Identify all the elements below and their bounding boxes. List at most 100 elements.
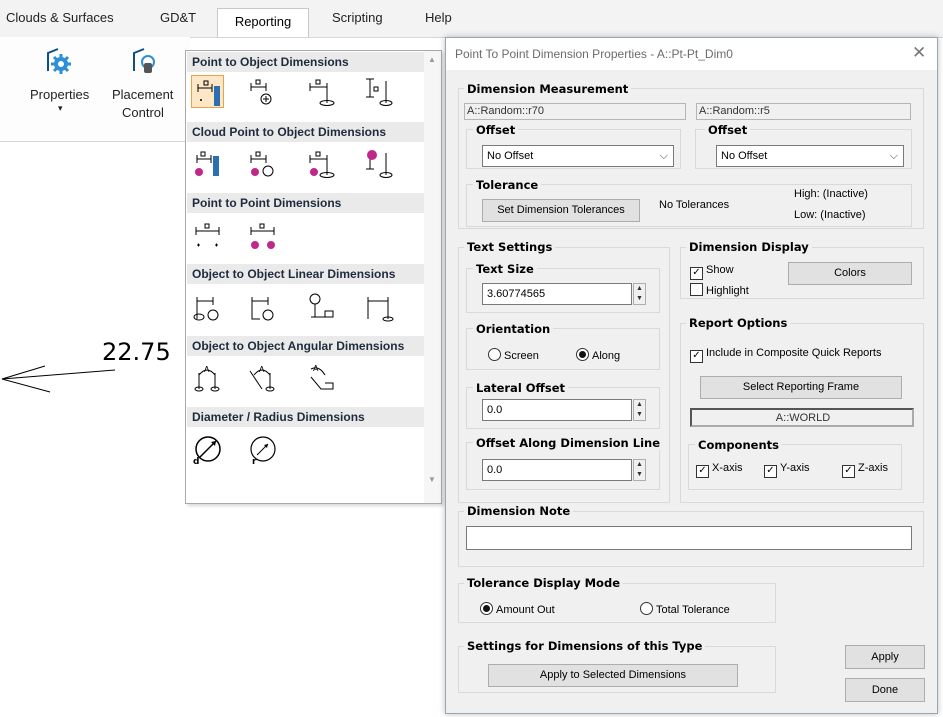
plane-to-sphere-linear-icon	[251, 297, 274, 321]
line-to-cyl-angular-dim-button[interactable]: A	[246, 361, 279, 394]
tab-gdt[interactable]: GD&T	[160, 10, 196, 25]
sphere-to-plane-linear-dim-button[interactable]	[305, 291, 338, 324]
offset1-select[interactable]: No Offset ⌵	[482, 145, 674, 167]
point-to-cylinder-icon	[309, 79, 335, 106]
radius-dim-button[interactable]: r	[246, 433, 279, 467]
tab-help[interactable]: Help	[425, 10, 452, 25]
offset-along-label: Offset Along Dimension Line	[473, 436, 663, 450]
checkbox-checked-icon: ✓	[690, 267, 703, 280]
placement-control-button[interactable]: Placement Control	[112, 45, 182, 125]
include-composite-checkbox[interactable]: ✓ Include in Composite Quick Reports	[690, 347, 881, 363]
sphere-to-plane-linear-icon	[309, 293, 334, 318]
total-tolerance-label: Total Tolerance	[656, 604, 730, 616]
x-axis-label: X-axis	[712, 462, 743, 474]
checkbox-checked-icon: ✓	[842, 465, 855, 478]
cloud-point-to-point-dim-button[interactable]	[246, 219, 279, 252]
point-to-cylinder-dim-button[interactable]	[305, 75, 338, 108]
radio-dot-selected	[480, 602, 493, 615]
cloud-to-line-icon	[366, 150, 393, 178]
tolerance-status: No Tolerances	[659, 199, 730, 211]
line-to-line-linear-icon	[367, 297, 394, 322]
amount-out-label: Amount Out	[496, 604, 555, 616]
offset-along-spinner[interactable]: ▲ ▼	[633, 459, 646, 481]
section-point-to-point: Point to Point Dimensions	[187, 193, 424, 213]
point-to-sphere-dim-button[interactable]	[246, 75, 279, 108]
lateral-offset-label: Lateral Offset	[473, 381, 568, 395]
orientation-screen-radio[interactable]: Screen	[488, 348, 539, 363]
tab-scripting[interactable]: Scripting	[332, 10, 383, 25]
report-options-label: Report Options	[686, 316, 791, 330]
highlight-checkbox[interactable]: Highlight	[690, 283, 749, 298]
svg-text:A: A	[204, 365, 210, 374]
components-label: Components	[695, 438, 782, 452]
point-to-line-dim-button[interactable]	[362, 75, 395, 108]
text-settings-label: Text Settings	[464, 240, 556, 254]
line-to-line-linear-dim-button[interactable]	[362, 291, 395, 324]
properties-label: Properties	[30, 87, 90, 102]
orientation-screen-label: Screen	[504, 350, 539, 362]
lateral-offset-input[interactable]: 0.0	[482, 399, 632, 421]
point-to-point-dim-button[interactable]	[191, 219, 224, 252]
svg-text:A: A	[259, 365, 265, 374]
tab-clouds-surfaces[interactable]: Clouds & Surfaces	[6, 10, 114, 25]
section-object-angular: Object to Object Angular Dimensions	[187, 336, 424, 356]
lateral-offset-spinner[interactable]: ▲ ▼	[633, 399, 646, 421]
offset2-select[interactable]: No Offset ⌵	[716, 145, 904, 167]
show-checkbox[interactable]: ✓ Show	[690, 264, 734, 280]
cyl-to-cyl-angular-dim-button[interactable]: A	[191, 361, 224, 394]
apply-button[interactable]: Apply	[845, 645, 925, 669]
tab-reporting[interactable]: Reporting	[217, 8, 309, 37]
diameter-icon: d	[193, 436, 221, 467]
section-object-linear: Object to Object Linear Dimensions	[187, 264, 424, 284]
done-button[interactable]: Done	[845, 678, 925, 702]
cloud-to-sphere-icon	[250, 151, 274, 177]
point1-field: A::Random::r70	[464, 103, 686, 120]
cloud-to-cylinder-icon	[309, 151, 335, 178]
point-to-plane-dim-button[interactable]	[191, 75, 224, 108]
x-axis-checkbox[interactable]: ✓ X-axis	[696, 462, 743, 478]
cyl-to-sphere-linear-dim-button[interactable]	[191, 291, 224, 324]
checkbox-checked-icon: ✓	[690, 350, 703, 363]
dialog-title-bar[interactable]: Point To Point Dimension Properties - A:…	[446, 38, 937, 70]
offset-along-input[interactable]: 0.0	[482, 459, 632, 481]
chevron-down-icon: ▾	[58, 103, 63, 113]
select-reporting-frame-button[interactable]: Select Reporting Frame	[700, 376, 902, 399]
plane-to-sphere-linear-dim-button[interactable]	[246, 291, 279, 324]
colors-button[interactable]: Colors	[788, 262, 912, 285]
dimension-note-input[interactable]	[466, 526, 912, 550]
dropdown-scrollbar[interactable]: ▲ ▼	[424, 51, 441, 503]
properties-button[interactable]: Properties ▾	[14, 45, 104, 125]
set-tolerances-button[interactable]: Set Dimension Tolerances	[482, 199, 640, 222]
svg-text:A: A	[313, 364, 319, 373]
text-size-input[interactable]: 3.60774565	[482, 283, 632, 305]
point-to-line-icon	[366, 78, 393, 106]
text-size-spinner[interactable]: ▲ ▼	[633, 283, 646, 305]
point-to-sphere-icon	[250, 79, 272, 105]
scroll-up-icon[interactable]: ▲	[428, 55, 436, 64]
radio-dot-selected	[576, 348, 589, 361]
plane-to-cyl-angular-dim-button[interactable]: A	[305, 361, 338, 394]
cloud-to-plane-dim-button[interactable]	[191, 147, 224, 180]
cyl-to-cyl-angular-icon: A	[194, 365, 220, 392]
scroll-down-icon[interactable]: ▼	[428, 475, 436, 484]
chevron-down-icon: ⌵	[659, 150, 668, 162]
cloud-to-line-dim-button[interactable]	[362, 147, 395, 180]
text-size-label: Text Size	[473, 262, 537, 276]
cloud-to-sphere-dim-button[interactable]	[246, 147, 279, 180]
placement-label: Placement	[112, 87, 174, 102]
close-icon[interactable]: ✕	[912, 43, 926, 63]
total-tolerance-radio[interactable]: Total Tolerance	[640, 602, 730, 617]
tolerance-high: High: (Inactive)	[794, 188, 868, 200]
plane-to-cyl-angular-icon: A	[310, 364, 334, 390]
orientation-along-radio[interactable]: Along	[576, 348, 620, 363]
amount-out-radio[interactable]: Amount Out	[480, 602, 555, 617]
offset1-label: Offset	[473, 123, 519, 137]
section-cloud-point-to-object: Cloud Point to Object Dimensions	[187, 122, 424, 142]
radius-icon: r	[250, 436, 276, 467]
apply-selected-button[interactable]: Apply to Selected Dimensions	[488, 664, 738, 687]
cloud-to-plane-icon	[195, 151, 219, 176]
cloud-to-cylinder-dim-button[interactable]	[305, 147, 338, 180]
z-axis-checkbox[interactable]: ✓ Z-axis	[842, 462, 888, 478]
diameter-dim-button[interactable]: d	[191, 433, 224, 467]
y-axis-checkbox[interactable]: ✓ Y-axis	[764, 462, 810, 478]
